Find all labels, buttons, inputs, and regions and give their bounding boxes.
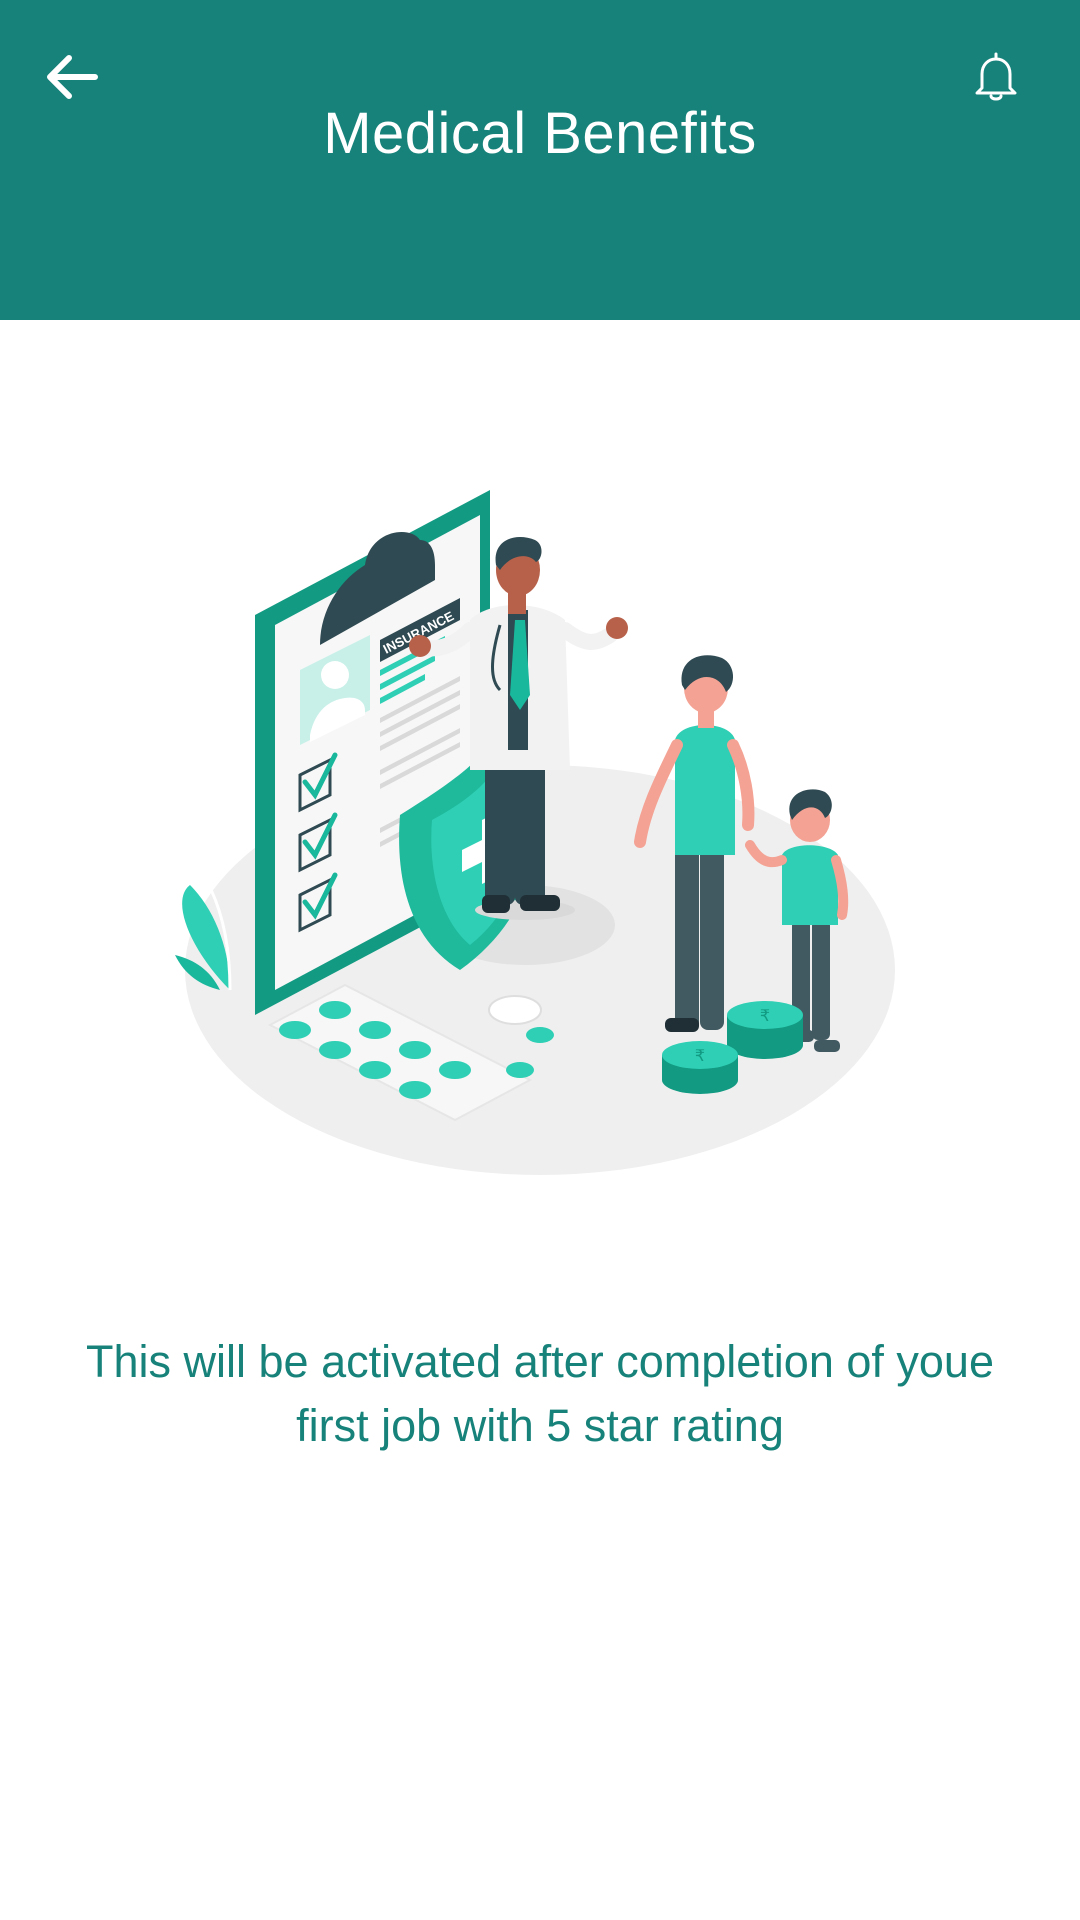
bell-icon — [975, 52, 1017, 101]
notification-button[interactable] — [964, 44, 1028, 108]
app-header: Medical Benefits — [0, 0, 1080, 320]
medical-insurance-illustration: INSURANCE ₹ ₹ — [175, 490, 895, 1175]
page-title: Medical Benefits — [323, 101, 757, 166]
arrow-left-icon — [47, 55, 98, 99]
rupee-symbol: ₹ — [695, 1046, 705, 1065]
rupee-symbol: ₹ — [760, 1006, 770, 1025]
activation-message: This will be activated after completion … — [86, 1336, 994, 1451]
